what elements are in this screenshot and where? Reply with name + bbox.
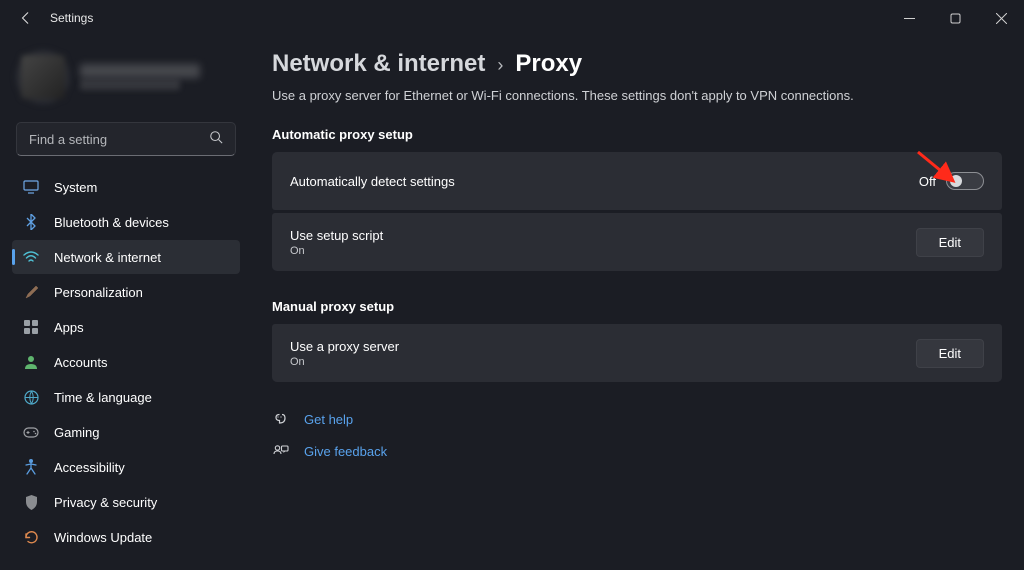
sidebar-item-bluetooth[interactable]: Bluetooth & devices	[12, 205, 240, 239]
person-icon	[22, 353, 40, 371]
setup-script-edit-button[interactable]: Edit	[916, 228, 984, 257]
sidebar-item-time[interactable]: Time & language	[12, 380, 240, 414]
avatar	[16, 50, 70, 104]
sidebar-item-accounts[interactable]: Accounts	[12, 345, 240, 379]
auto-detect-title: Automatically detect settings	[290, 174, 455, 189]
section-automatic-header: Automatic proxy setup	[272, 127, 1002, 142]
sidebar: System Bluetooth & devices Network & int…	[0, 36, 250, 570]
proxy-server-edit-button[interactable]: Edit	[916, 339, 984, 368]
sidebar-item-label: Privacy & security	[54, 495, 157, 510]
sidebar-item-privacy[interactable]: Privacy & security	[12, 485, 240, 519]
auto-detect-toggle-label: Off	[919, 174, 936, 189]
back-button[interactable]	[14, 6, 38, 30]
nav-list: System Bluetooth & devices Network & int…	[12, 170, 240, 554]
setup-script-status: On	[290, 245, 383, 257]
setup-script-title: Use setup script	[290, 228, 383, 243]
search-input[interactable]	[29, 132, 209, 147]
proxy-server-title: Use a proxy server	[290, 339, 399, 354]
section-manual-header: Manual proxy setup	[272, 299, 1002, 314]
chevron-right-icon: ›	[497, 55, 503, 76]
sidebar-item-label: Time & language	[54, 390, 152, 405]
get-help-row[interactable]: Get help	[272, 410, 1002, 428]
accessibility-icon	[22, 458, 40, 476]
feedback-icon	[272, 442, 290, 460]
sidebar-item-label: Windows Update	[54, 530, 152, 545]
maximize-button[interactable]	[932, 0, 978, 36]
sidebar-item-network[interactable]: Network & internet	[12, 240, 240, 274]
auto-detect-toggle[interactable]	[946, 172, 984, 190]
sidebar-item-label: Accessibility	[54, 460, 125, 475]
globe-icon	[22, 388, 40, 406]
minimize-button[interactable]	[886, 0, 932, 36]
sidebar-item-label: System	[54, 180, 97, 195]
sidebar-item-label: Network & internet	[54, 250, 161, 265]
network-icon	[22, 248, 40, 266]
breadcrumb-parent[interactable]: Network & internet	[272, 50, 485, 78]
search-icon	[209, 130, 223, 149]
page-subtitle: Use a proxy server for Ethernet or Wi-Fi…	[272, 88, 1002, 103]
give-feedback-row[interactable]: Give feedback	[272, 442, 1002, 460]
setup-script-card: Use setup script On Edit	[272, 213, 1002, 271]
proxy-server-card: Use a proxy server On Edit	[272, 324, 1002, 382]
paintbrush-icon	[22, 283, 40, 301]
help-icon	[272, 410, 290, 428]
window-controls	[886, 0, 1024, 36]
sidebar-item-system[interactable]: System	[12, 170, 240, 204]
search-box[interactable]	[16, 122, 236, 156]
page-title: Proxy	[515, 50, 582, 78]
sidebar-item-label: Personalization	[54, 285, 143, 300]
sidebar-item-apps[interactable]: Apps	[12, 310, 240, 344]
apps-icon	[22, 318, 40, 336]
gamepad-icon	[22, 423, 40, 441]
breadcrumb: Network & internet › Proxy	[272, 50, 1002, 78]
close-button[interactable]	[978, 0, 1024, 36]
give-feedback-link[interactable]: Give feedback	[304, 444, 387, 459]
sidebar-item-personalization[interactable]: Personalization	[12, 275, 240, 309]
sidebar-item-label: Gaming	[54, 425, 100, 440]
get-help-link[interactable]: Get help	[304, 412, 353, 427]
window-title: Settings	[50, 11, 93, 25]
bluetooth-icon	[22, 213, 40, 231]
sidebar-item-accessibility[interactable]: Accessibility	[12, 450, 240, 484]
sidebar-item-label: Bluetooth & devices	[54, 215, 169, 230]
proxy-server-status: On	[290, 356, 399, 368]
main-content: Network & internet › Proxy Use a proxy s…	[250, 36, 1024, 570]
user-account-block[interactable]	[12, 44, 240, 118]
auto-detect-card: Automatically detect settings Off	[272, 152, 1002, 210]
titlebar: Settings	[0, 0, 1024, 36]
user-email	[80, 80, 180, 90]
system-icon	[22, 178, 40, 196]
sidebar-item-label: Accounts	[54, 355, 107, 370]
sidebar-item-label: Apps	[54, 320, 84, 335]
update-icon	[22, 528, 40, 546]
sidebar-item-gaming[interactable]: Gaming	[12, 415, 240, 449]
user-display-name	[80, 64, 200, 78]
sidebar-item-update[interactable]: Windows Update	[12, 520, 240, 554]
shield-icon	[22, 493, 40, 511]
